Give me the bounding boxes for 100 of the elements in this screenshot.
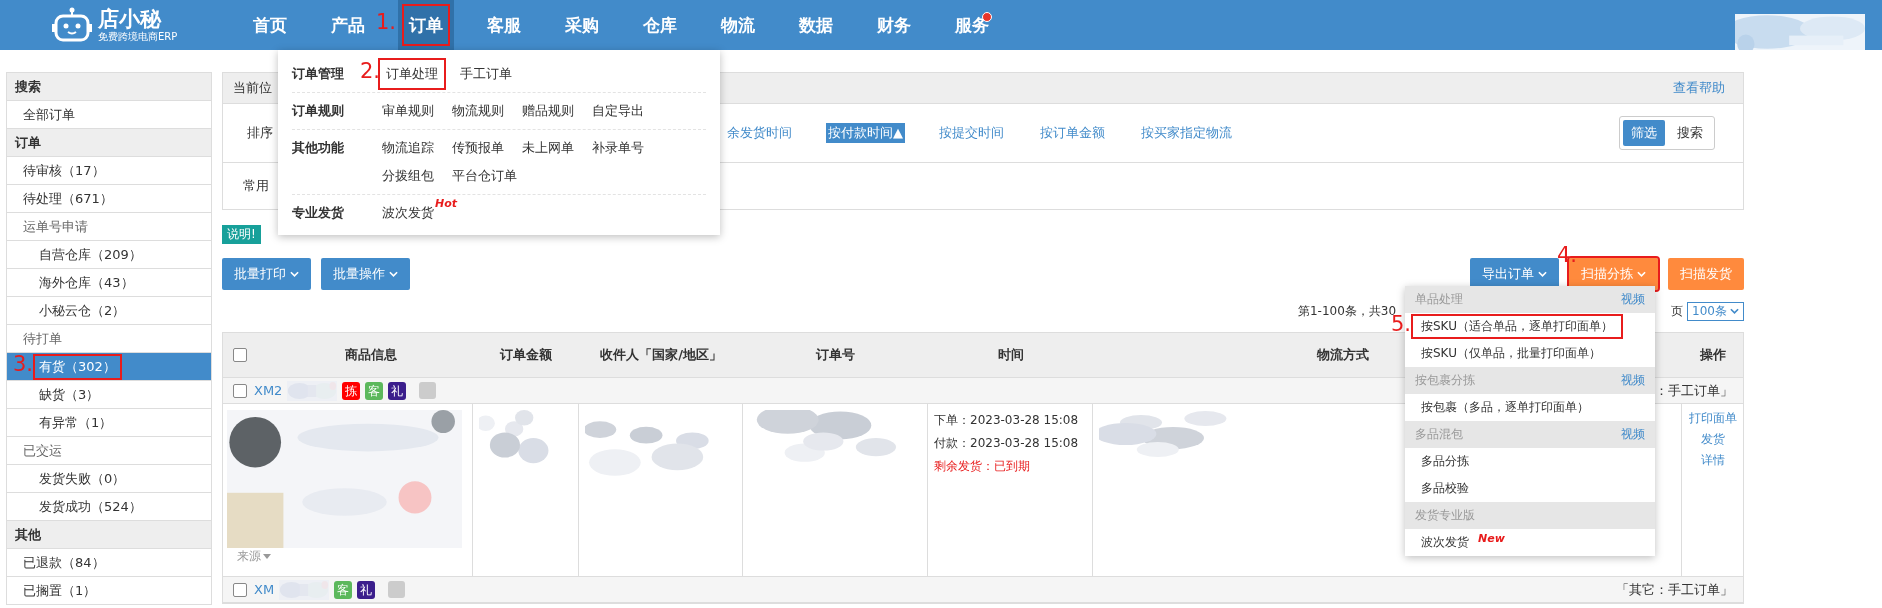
menu-item[interactable]: 按包裹（多品，逐单打印面单） xyxy=(1413,397,1597,418)
sort-label: 排序 xyxy=(247,124,273,142)
sort-option[interactable]: 按订单金额 xyxy=(1038,123,1107,143)
sidebar-item[interactable]: 海外仓库（43） xyxy=(35,271,138,294)
menu-item[interactable]: 按SKU（仅单品，批量打印面单） xyxy=(1413,343,1609,364)
menu-item[interactable]: 赠品规则 xyxy=(522,99,574,123)
column-header: 订单金额 xyxy=(500,346,552,364)
menu-item[interactable]: 多品分拣 xyxy=(1413,451,1477,472)
column-header: 时间 xyxy=(997,346,1024,364)
sidebar-item[interactable]: 自营仓库（209） xyxy=(35,243,146,266)
order-tag: 客 xyxy=(334,580,353,599)
time-text: 剩余发货：已到期 xyxy=(934,458,1031,475)
sort-option[interactable]: 余发货时间 xyxy=(725,123,794,143)
menu-item[interactable]: 物流规则 xyxy=(452,99,504,123)
nav-tab[interactable]: 首页 xyxy=(242,0,298,50)
menu-item[interactable]: 平台仓订单 xyxy=(452,164,517,188)
sidebar-heading: 搜索 xyxy=(7,73,211,101)
column-header: 商品信息 xyxy=(345,346,397,364)
tag-placeholder-icon xyxy=(419,382,437,399)
step-number: 1. xyxy=(375,11,396,34)
robot-logo-icon xyxy=(52,7,92,43)
sidebar-item[interactable]: 待处理（671） xyxy=(7,185,211,213)
menu-item[interactable]: 审单规则 xyxy=(382,99,434,123)
column-header: 操作 xyxy=(1699,346,1726,364)
sort-option[interactable]: 按买家指定物流 xyxy=(1139,123,1234,143)
order-source-note: ：手工订单」 xyxy=(1655,381,1733,400)
sidebar-item[interactable]: 已交运 xyxy=(7,437,211,465)
menu-item[interactable]: 波次发货 xyxy=(1413,532,1477,553)
new-label: New xyxy=(1478,532,1505,545)
action-link[interactable]: 详情 xyxy=(1700,452,1725,469)
nav-tab[interactable]: 采购 xyxy=(554,0,610,50)
checkbox[interactable] xyxy=(233,348,247,362)
nav-tab[interactable]: 客服 xyxy=(476,0,532,50)
column-header: 物流方式 xyxy=(1316,346,1369,364)
tag-placeholder-icon xyxy=(388,581,406,598)
caret-icon xyxy=(263,554,271,559)
caret-icon xyxy=(1730,308,1739,314)
sidebar-item[interactable]: 运单号申请 xyxy=(7,213,211,241)
caret-icon xyxy=(1538,271,1547,277)
order-tag: 拣 xyxy=(342,381,361,400)
menu-section-title: 多品混包 xyxy=(1415,426,1463,443)
sidebar-item[interactable]: 缺货（3） xyxy=(35,383,104,406)
menu-item[interactable]: 波次发货 xyxy=(382,201,434,225)
order-id-link[interactable]: XM xyxy=(254,582,275,597)
nav-tab[interactable]: 仓库 xyxy=(632,0,688,50)
menu-section-title: 单品处理 xyxy=(1415,291,1463,308)
page-label: 页 xyxy=(1671,302,1684,320)
menu-item[interactable]: 手工订单 xyxy=(460,62,512,86)
toggle-button[interactable]: 筛选 xyxy=(1623,120,1665,146)
step-number: 3. xyxy=(12,352,33,375)
nav-tab[interactable]: 财务 xyxy=(866,0,922,50)
help-link[interactable]: 查看帮助 xyxy=(1673,79,1725,97)
sidebar-heading: 订单 xyxy=(7,129,211,157)
toggle-button[interactable]: 搜索 xyxy=(1669,120,1711,146)
order-tag: 客 xyxy=(365,381,384,400)
menu-item[interactable]: 传预报单 xyxy=(452,136,504,160)
time-text: 付款：2023-03-28 15:08 xyxy=(934,435,1080,452)
sidebar-item[interactable]: 有异常（1） xyxy=(35,411,117,434)
sidebar-item[interactable]: 发货失败（0） xyxy=(35,467,130,490)
menu-item[interactable]: 分拨组包 xyxy=(382,164,434,188)
menu-item[interactable]: 物流追踪 xyxy=(382,136,434,160)
sidebar-item[interactable]: 已退款（84） xyxy=(7,549,211,577)
sort-option[interactable]: 按付款时间▲ xyxy=(826,123,905,143)
sidebar-item[interactable]: 有货（302） xyxy=(35,355,120,378)
breadcrumb: 当前位 xyxy=(233,79,272,97)
nav-tab[interactable]: 数据 xyxy=(788,0,844,50)
menu-section-title: 按包裹分拣 xyxy=(1415,372,1475,389)
action-link[interactable]: 打印面单 xyxy=(1688,410,1737,427)
order-source-note: 「其它：手工订单」 xyxy=(1616,580,1733,599)
menu-item[interactable]: 补录单号 xyxy=(592,136,644,160)
logo-name: 店小秘 xyxy=(98,7,163,31)
dropdown-button[interactable]: 批量操作 xyxy=(321,258,410,290)
order-id-link[interactable]: XM2 xyxy=(254,383,283,398)
caret-icon xyxy=(1637,271,1646,277)
nav-tab[interactable]: 服务 xyxy=(944,0,1000,50)
checkbox[interactable] xyxy=(233,582,247,597)
action-link[interactable]: 发货 xyxy=(1700,431,1725,448)
menu-item[interactable]: 自定导出 xyxy=(592,99,644,123)
menu-item[interactable]: 多品校验 xyxy=(1413,478,1477,499)
menu-group-title: 订单规则 xyxy=(292,102,344,120)
sidebar-item[interactable]: 发货成功（524） xyxy=(35,495,146,518)
menu-section-title: 发货专业版 xyxy=(1415,507,1475,524)
checkbox[interactable] xyxy=(233,383,247,398)
logo-tagline: 免费跨境电商ERP xyxy=(98,31,178,43)
menu-item[interactable]: 未上网单 xyxy=(522,136,574,160)
nav-tab[interactable]: 订单 xyxy=(398,0,454,50)
sidebar-item[interactable]: 小秘云仓（2） xyxy=(35,299,130,322)
sidebar-item[interactable]: 待审核（17） xyxy=(7,157,211,185)
sidebar-item[interactable]: 已搁置（1） xyxy=(7,577,211,605)
menu-group-title: 专业发货 xyxy=(292,204,344,222)
column-header: 收件人「国家/地区」 xyxy=(600,346,722,364)
sidebar-heading: 其他 xyxy=(7,521,211,549)
sort-option[interactable]: 按提交时间 xyxy=(937,123,1006,143)
page-size-select[interactable]: 100条 xyxy=(1687,301,1744,321)
nav-tab[interactable]: 产品 xyxy=(320,0,376,50)
menu-item[interactable]: 按SKU（适合单品，逐单打印面单） xyxy=(1413,316,1621,337)
caret-icon xyxy=(290,271,299,277)
dropdown-button[interactable]: 批量打印 xyxy=(222,258,311,290)
nav-tab[interactable]: 物流 xyxy=(710,0,766,50)
filter-label: 常用 xyxy=(243,177,269,195)
